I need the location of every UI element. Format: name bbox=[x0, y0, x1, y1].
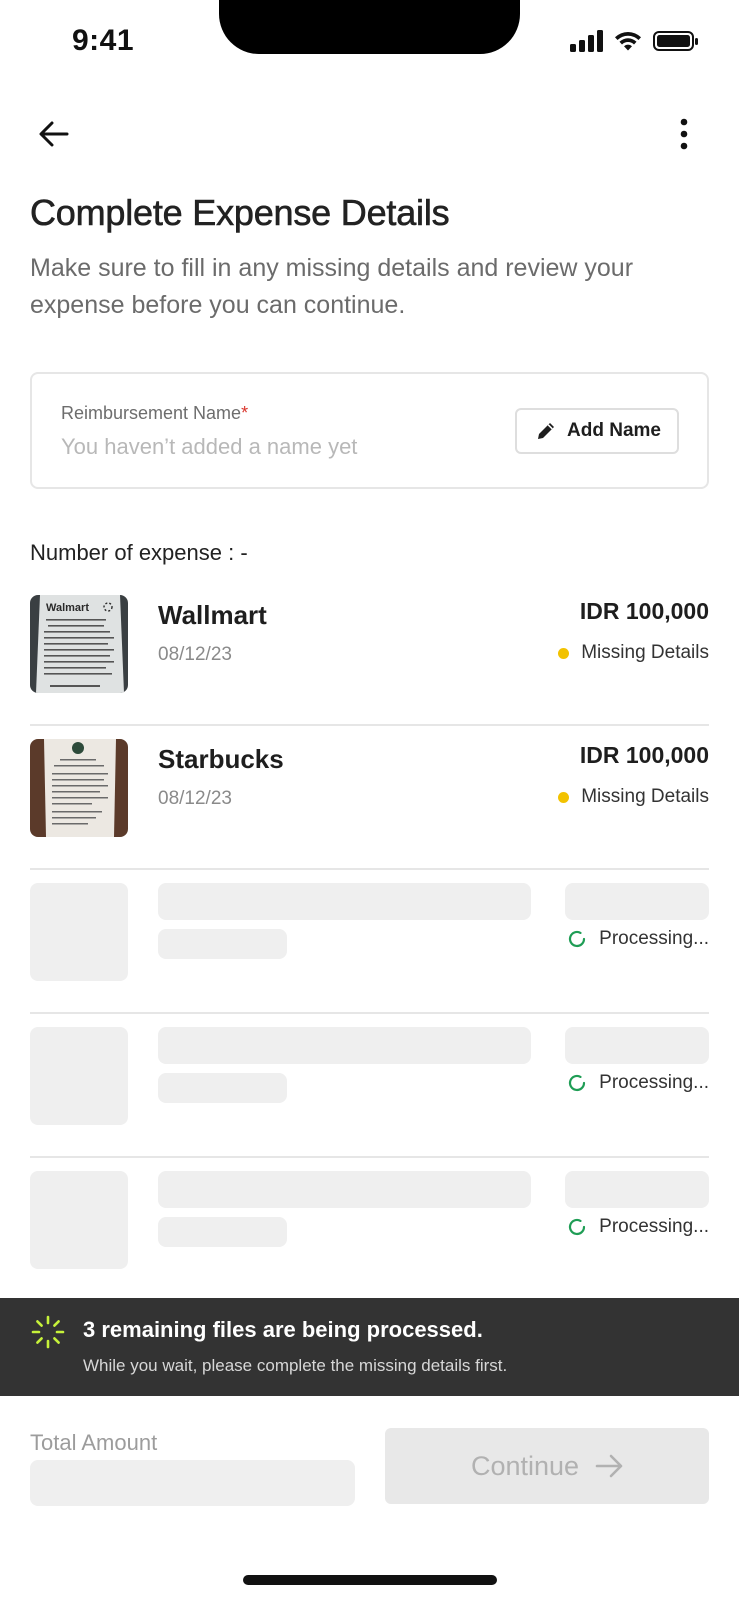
title-skeleton bbox=[158, 1027, 531, 1064]
amount-skeleton bbox=[565, 1171, 709, 1208]
expense-row-starbucks[interactable]: Starbucks 08/12/23 IDR 100,000 Missing D… bbox=[30, 726, 709, 870]
loading-spinner-icon bbox=[569, 930, 586, 948]
expense-amount: IDR 100,000 bbox=[579, 598, 709, 624]
back-button[interactable] bbox=[34, 114, 74, 154]
title-skeleton bbox=[158, 1171, 531, 1208]
loading-spinner-icon bbox=[31, 1315, 65, 1349]
receipt-thumbnail: Walmart bbox=[30, 595, 128, 693]
status-bar: 9:41 bbox=[0, 0, 739, 90]
battery-icon bbox=[653, 31, 698, 51]
reimbursement-name-label: Reimbursement Name* bbox=[61, 403, 249, 423]
date-skeleton bbox=[158, 1217, 287, 1247]
merchant-name: Wallmart bbox=[158, 600, 267, 630]
wifi-icon bbox=[615, 31, 641, 51]
title-skeleton bbox=[158, 883, 531, 920]
add-name-button[interactable]: Add Name bbox=[515, 408, 679, 454]
continue-label: Continue bbox=[470, 1450, 580, 1481]
processing-status: Processing... bbox=[567, 1072, 709, 1094]
toast-title: 3 remaining files are being processed. bbox=[83, 1317, 483, 1342]
required-asterisk: * bbox=[241, 403, 249, 423]
processing-row: Processing... bbox=[30, 1158, 709, 1302]
status-missing-details: Missing Details bbox=[558, 786, 709, 808]
expense-amount: IDR 100,000 bbox=[579, 742, 709, 768]
reimbursement-name-card: Reimbursement Name* You haven’t added a … bbox=[30, 372, 709, 489]
expense-row-wallmart[interactable]: Walmart Wallmart 08/12/23 IDR 100,000 Mi… bbox=[30, 582, 709, 726]
processing-label: Processing... bbox=[599, 1216, 709, 1237]
processing-label: Processing... bbox=[599, 928, 709, 949]
reimbursement-name-placeholder: You haven’t added a name yet bbox=[61, 434, 358, 459]
loading-spinner-icon bbox=[569, 1218, 586, 1236]
total-amount-label: Total Amount bbox=[30, 1430, 158, 1455]
amount-skeleton bbox=[565, 883, 709, 920]
processing-row: Processing... bbox=[30, 1014, 709, 1158]
toast-subtitle: While you wait, please complete the miss… bbox=[83, 1356, 508, 1375]
expense-count-label: Number of expense : - bbox=[30, 540, 248, 565]
status-label: Missing Details bbox=[581, 786, 709, 807]
more-vertical-icon bbox=[680, 118, 688, 150]
pencil-icon bbox=[538, 423, 555, 439]
expense-date: 08/12/23 bbox=[158, 788, 232, 809]
status-missing-details: Missing Details bbox=[558, 642, 709, 664]
processing-status: Processing... bbox=[567, 1216, 709, 1238]
page-title: Complete Expense Details bbox=[30, 192, 450, 234]
more-options-button[interactable] bbox=[669, 112, 699, 156]
date-skeleton bbox=[158, 929, 287, 959]
page-subtitle: Make sure to fill in any missing details… bbox=[30, 254, 634, 319]
cellular-signal-icon bbox=[570, 30, 603, 52]
continue-button[interactable]: Continue bbox=[385, 1428, 709, 1504]
top-nav bbox=[0, 110, 739, 160]
status-dot-icon bbox=[558, 647, 570, 659]
processing-label: Processing... bbox=[599, 1072, 709, 1093]
total-amount-skeleton bbox=[30, 1460, 355, 1506]
status-dot-icon bbox=[558, 791, 570, 803]
thumbnail-skeleton bbox=[30, 1171, 128, 1269]
add-name-label: Add Name bbox=[567, 420, 661, 441]
arrow-left-icon bbox=[39, 121, 69, 147]
processing-row: Processing... bbox=[30, 870, 709, 1014]
receipt-thumbnail bbox=[30, 739, 128, 837]
processing-status: Processing... bbox=[567, 928, 709, 950]
expense-date: 08/12/23 bbox=[158, 644, 232, 665]
merchant-name: Starbucks bbox=[158, 744, 284, 774]
date-skeleton bbox=[158, 1073, 287, 1103]
status-label: Missing Details bbox=[581, 642, 709, 663]
thumbnail-skeleton bbox=[30, 1027, 128, 1125]
processing-toast: 3 remaining files are being processed. W… bbox=[0, 1298, 739, 1396]
thumbnail-skeleton bbox=[30, 883, 128, 981]
home-indicator bbox=[243, 1575, 497, 1585]
svg-text:Walmart: Walmart bbox=[46, 602, 89, 614]
arrow-right-icon bbox=[595, 1454, 623, 1478]
amount-skeleton bbox=[565, 1027, 709, 1064]
status-time: 9:41 bbox=[72, 24, 135, 57]
status-icons bbox=[570, 30, 699, 52]
device-notch bbox=[219, 0, 520, 54]
loading-spinner-icon bbox=[569, 1074, 586, 1092]
